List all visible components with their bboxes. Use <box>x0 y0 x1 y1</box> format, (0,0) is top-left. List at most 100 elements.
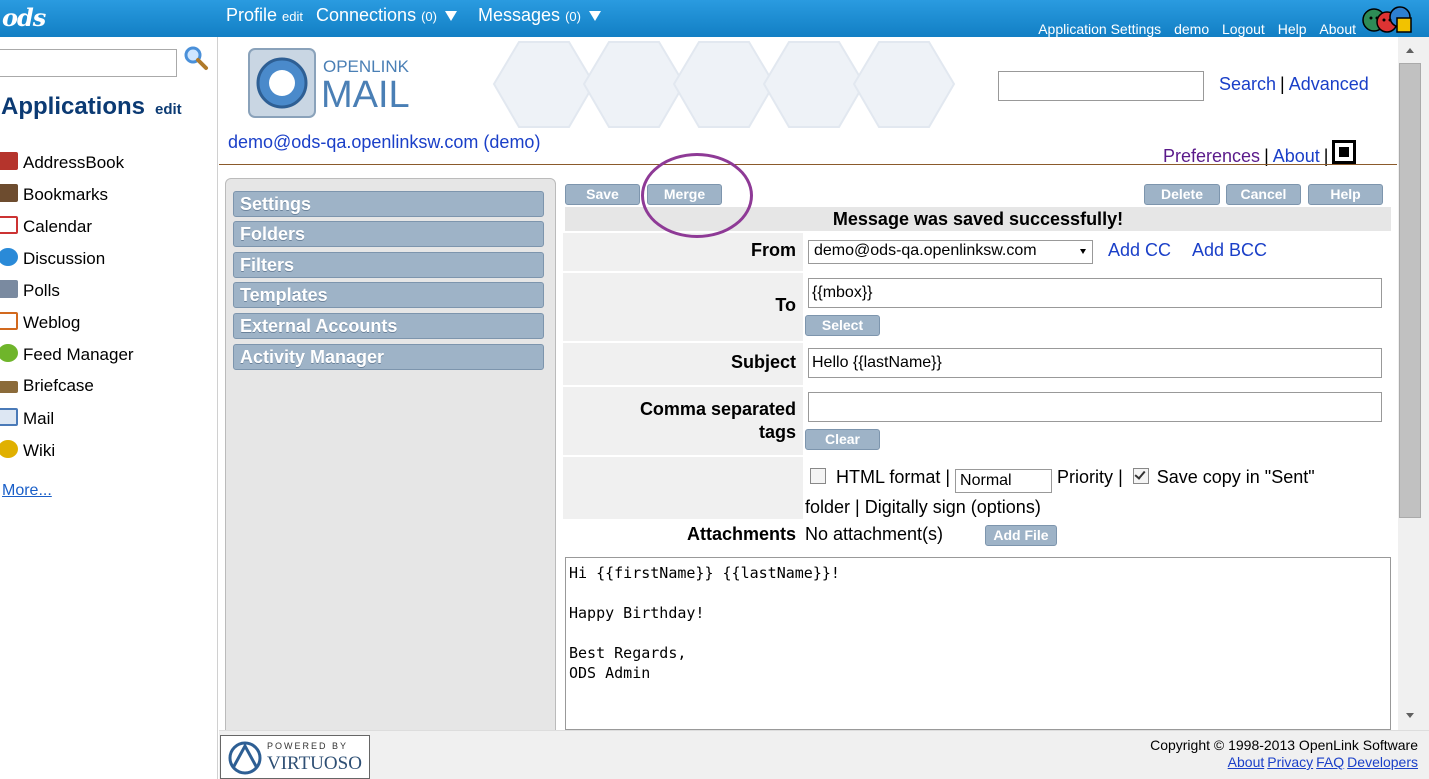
to-label: To <box>775 295 796 315</box>
sidebar-item-calendar[interactable]: Calendar <box>0 216 92 240</box>
preference-links: Preferences | About | <box>1163 140 1357 167</box>
tags-label-line-1: Comma separated <box>639 399 796 419</box>
menu-activity-manager[interactable]: Activity Manager <box>233 344 544 370</box>
footer-privacy-link[interactable]: Privacy <box>1267 754 1313 770</box>
save-copy-checkbox[interactable] <box>1132 468 1149 484</box>
sidebar-item-discussion[interactable]: Discussion <box>0 248 105 272</box>
menu-templates[interactable]: Templates <box>233 282 544 308</box>
sidebar-item-label: Polls <box>23 281 60 300</box>
folder-label: folder <box>805 497 851 517</box>
sidebar-item-mail[interactable]: Mail <box>0 408 54 432</box>
from-select-value: demo@ods-qa.openlinksw.com <box>814 242 1037 259</box>
search-icon[interactable] <box>183 45 209 71</box>
account-email[interactable]: demo@ods-qa.openlinksw.com <box>228 132 478 152</box>
connections-menu[interactable]: Connections (0) <box>316 5 457 26</box>
sidebar-item-label: Discussion <box>23 249 106 268</box>
tags-input[interactable] <box>808 392 1382 422</box>
profile-menu[interactable]: Profile edit <box>226 5 303 26</box>
message-body-textarea[interactable]: Hi {{firstName}} {{lastName}}! Happy Bir… <box>565 557 1391 730</box>
virtuoso-logo-icon <box>228 741 262 775</box>
menu-folders[interactable]: Folders <box>233 221 544 247</box>
about-link[interactable]: About <box>1273 146 1320 166</box>
footer-faq-link[interactable]: FAQ <box>1316 754 1344 770</box>
sidebar-item-bookmarks[interactable]: Bookmarks <box>0 184 108 208</box>
attachments-value: No attachment(s) <box>805 524 944 544</box>
select-recipients-button[interactable]: Select <box>805 315 880 336</box>
subject-input[interactable] <box>808 348 1382 378</box>
footer-about-link[interactable]: About <box>1228 754 1265 770</box>
messages-label: Messages <box>478 5 561 25</box>
delete-button[interactable]: Delete <box>1144 184 1220 205</box>
application-settings-link[interactable]: Application Settings <box>1038 21 1161 37</box>
svg-text:MAIL: MAIL <box>321 74 410 116</box>
sidebar-item-briefcase[interactable]: Briefcase <box>0 376 94 400</box>
menu-filters[interactable]: Filters <box>233 252 544 278</box>
priority-select[interactable]: Normal <box>955 469 1053 493</box>
mail-search-input[interactable] <box>998 71 1204 101</box>
preferences-link[interactable]: Preferences <box>1163 146 1260 166</box>
messages-menu[interactable]: Messages (0) <box>478 5 601 26</box>
applications-sidebar: Applications edit AddressBook Bookmarks … <box>0 37 218 779</box>
sign-options-link[interactable]: (options) <box>971 497 1041 517</box>
tags-label: Comma separated tags <box>589 398 796 444</box>
chevron-down-icon[interactable] <box>588 11 601 22</box>
logout-link[interactable]: Logout <box>1222 21 1265 37</box>
connections-count: (0) <box>421 9 437 24</box>
scroll-up-icon[interactable] <box>1406 48 1414 53</box>
sidebar-item-wiki[interactable]: Wiki <box>0 440 55 464</box>
ods-logo[interactable]: ods <box>2 3 46 32</box>
add-file-button[interactable]: Add File <box>985 525 1057 546</box>
top-bar: ods Profile edit Connections (0) Message… <box>0 0 1429 37</box>
cancel-button[interactable]: Cancel <box>1226 184 1301 205</box>
user-link[interactable]: demo <box>1174 21 1209 37</box>
chevron-down-icon[interactable] <box>445 11 457 22</box>
more-applications-link[interactable]: More... <box>2 482 52 500</box>
footer-developers-link[interactable]: Developers <box>1347 754 1418 770</box>
help-button[interactable]: Help <box>1308 184 1383 205</box>
merge-highlight-circle <box>641 153 753 238</box>
tags-label-line-2: tags <box>758 422 796 442</box>
settings-panel: Settings Folders Filters Templates Exter… <box>225 178 556 738</box>
profile-label[interactable]: Profile <box>226 5 277 25</box>
menu-external-accounts[interactable]: External Accounts <box>233 313 544 339</box>
from-label: From <box>751 240 796 260</box>
sidebar-item-feed-manager[interactable]: Feed Manager <box>0 344 134 368</box>
clear-tags-button[interactable]: Clear <box>805 429 880 450</box>
powered-by-label: POWERED BY <box>267 741 349 751</box>
save-button[interactable]: Save <box>565 184 640 205</box>
to-input[interactable] <box>808 278 1382 308</box>
discussion-icon <box>0 248 18 266</box>
sidebar-item-addressbook[interactable]: AddressBook <box>0 152 124 176</box>
hexagon-background <box>492 41 956 128</box>
from-select[interactable]: demo@ods-qa.openlinksw.com <box>808 240 1093 264</box>
profile-edit-link[interactable]: edit <box>282 9 303 24</box>
message-options: HTML format | Normal Priority | Save cop… <box>805 467 1315 517</box>
advanced-search-link[interactable]: Advanced <box>1289 74 1369 94</box>
menu-settings[interactable]: Settings <box>233 191 544 217</box>
scroll-down-icon[interactable] <box>1406 713 1414 718</box>
sidebar-item-weblog[interactable]: Weblog <box>0 312 80 336</box>
sidebar-item-label: Mail <box>23 409 55 428</box>
sidebar-item-label: Briefcase <box>23 376 94 395</box>
powered-by-virtuoso-badge[interactable]: POWERED BY VIRTUOSO <box>220 735 370 779</box>
vertical-scrollbar[interactable] <box>1398 37 1429 730</box>
sidebar-search-input[interactable] <box>0 49 177 77</box>
virtuoso-label: VIRTUOSO <box>267 753 362 774</box>
sidebar-item-label: Feed Manager <box>23 345 134 364</box>
sidebar-item-label: Weblog <box>23 313 81 332</box>
html-format-checkbox[interactable] <box>810 468 826 484</box>
search-link[interactable]: Search <box>1219 74 1276 94</box>
add-cc-link[interactable]: Add CC <box>1108 240 1171 261</box>
add-bcc-link[interactable]: Add BCC <box>1192 240 1267 261</box>
sidebar-item-label: AddressBook <box>23 153 125 172</box>
account-user[interactable]: (demo) <box>483 132 540 152</box>
help-link[interactable]: Help <box>1278 21 1307 37</box>
sidebar-item-polls[interactable]: Polls <box>0 280 60 304</box>
subject-label: Subject <box>730 352 796 372</box>
polls-icon <box>0 280 18 298</box>
feed-icon <box>0 344 18 362</box>
about-link[interactable]: About <box>1319 21 1356 37</box>
scrollbar-thumb[interactable] <box>1399 63 1421 518</box>
fullscreen-icon[interactable] <box>1332 140 1357 164</box>
applications-edit-link[interactable]: edit <box>155 101 182 118</box>
